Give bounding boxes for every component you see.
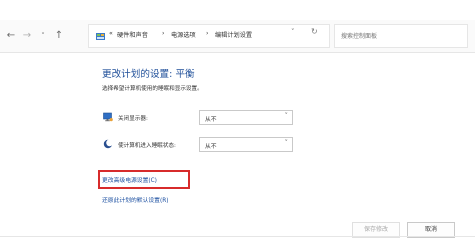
chevron-down-icon: ˅ — [284, 139, 289, 147]
display-off-select[interactable]: 从不 ˅ — [199, 110, 293, 125]
breadcrumb-separator: › — [162, 30, 165, 37]
breadcrumb-separator: › — [206, 30, 209, 37]
advanced-power-settings-link[interactable]: 更改高级电源设置(C) — [102, 175, 157, 184]
page-subtitle: 选择希望计算机使用的睡眠和显示设置。 — [102, 86, 203, 92]
restore-defaults-link[interactable]: 还原此计划的默认设置(R) — [102, 195, 169, 204]
sleep-value: 从不 — [205, 144, 217, 150]
chevron-down-icon[interactable]: ˅ — [36, 29, 50, 43]
breadcrumb-item-hardware-sound[interactable]: 硬件和声音 — [117, 30, 148, 39]
search-input[interactable] — [341, 30, 451, 42]
control-panel-icon — [96, 33, 105, 40]
address-bar: ← → ˅ ↑ « 硬件和声音 › 电源选项 › 编辑计划设置 ˅ ↻ — [0, 20, 475, 53]
monitor-icon — [103, 112, 113, 122]
breadcrumb[interactable]: « 硬件和声音 › 电源选项 › 编辑计划设置 ˅ ↻ — [88, 24, 330, 48]
breadcrumb-item-power-options[interactable]: 电源选项 — [171, 30, 196, 39]
search-box[interactable] — [334, 24, 468, 48]
up-arrow-icon[interactable]: ↑ — [52, 29, 66, 43]
page-title: 更改计划的设置: 平衡 — [102, 69, 195, 80]
chevron-down-icon: ˅ — [284, 112, 289, 120]
chevron-down-icon[interactable]: ˅ — [291, 28, 295, 36]
breadcrumb-prefix: « — [109, 30, 113, 37]
forward-arrow-icon[interactable]: → — [20, 29, 34, 43]
back-arrow-icon[interactable]: ← — [4, 29, 18, 43]
sleep-label: 使计算机进入睡眠状态: — [118, 143, 176, 149]
sleep-moon-icon — [103, 139, 113, 149]
breadcrumb-item-edit-plan[interactable]: 编辑计划设置 — [215, 30, 252, 39]
bottom-divider — [0, 236, 475, 237]
refresh-icon[interactable]: ↻ — [311, 27, 318, 36]
sleep-select[interactable]: 从不 ˅ — [199, 137, 293, 152]
display-off-label: 关闭显示器: — [118, 116, 148, 122]
display-off-value: 从不 — [205, 117, 217, 123]
